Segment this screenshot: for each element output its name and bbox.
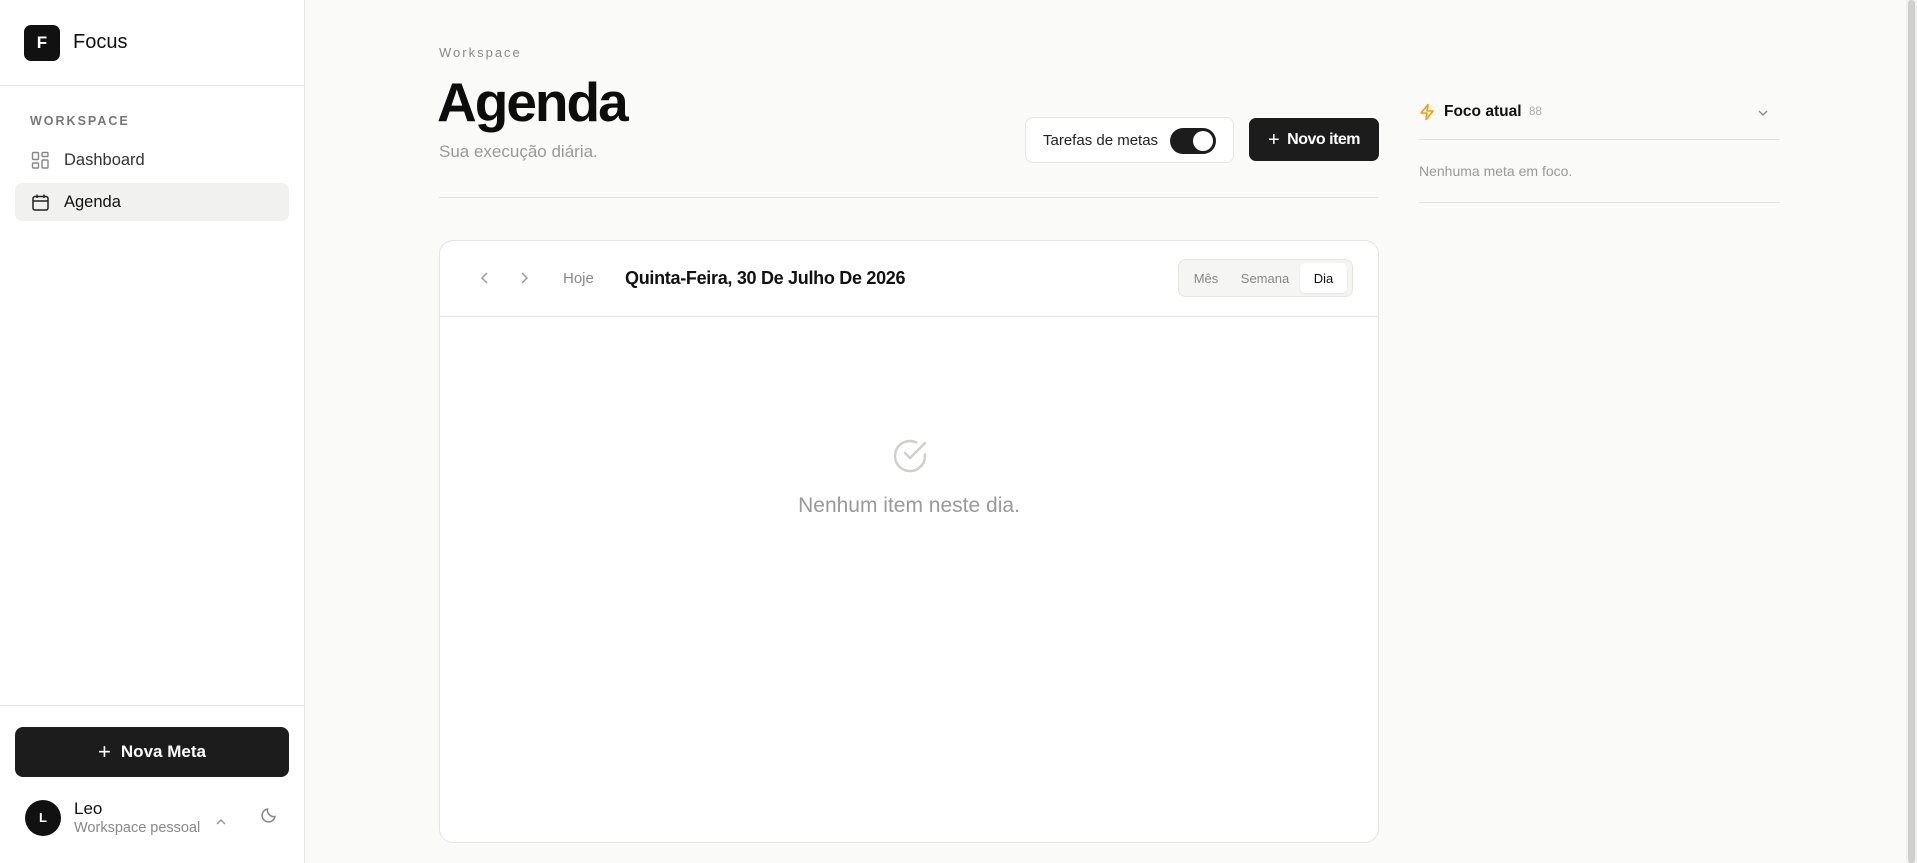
page-eyebrow: Workspace [439, 45, 522, 60]
current-focus-count: 88 [1529, 106, 1542, 118]
view-day-button[interactable]: Dia [1300, 263, 1347, 293]
brand[interactable]: F Focus [0, 0, 304, 86]
new-goal-label: Nova Meta [120, 742, 206, 761]
plus-icon: + [1267, 128, 1280, 151]
calendar-icon [31, 193, 50, 212]
scrollbar[interactable] [1906, 0, 1917, 863]
sidebar: F Focus WORKSPACE Dashboard Agenda + Nov… [0, 0, 305, 863]
nav-section-label: WORKSPACE [30, 114, 130, 128]
avatar: L [25, 799, 61, 836]
grid-icon [31, 151, 50, 170]
calendar-toolbar: Hoje Quinta-Feira, 30 De Julho De 2026 M… [440, 241, 1378, 317]
empty-state-message: Nenhum item neste dia. [798, 494, 1020, 517]
toggle-switch[interactable] [1170, 128, 1216, 154]
sidebar-item-agenda[interactable]: Agenda [15, 183, 289, 221]
chevron-up-icon[interactable] [213, 814, 229, 830]
brand-name: Focus [73, 31, 128, 53]
toggle-knob [1193, 131, 1213, 151]
view-week-button[interactable]: Semana [1230, 263, 1300, 293]
sidebar-footer: + Nova Meta L Leo Workspace pessoal [0, 705, 304, 863]
toggle-label: Tarefas de metas [1043, 131, 1159, 149]
focus-divider [1419, 202, 1780, 203]
view-switcher: Mês Semana Dia [1178, 259, 1353, 297]
chevron-down-icon[interactable] [1756, 106, 1770, 125]
sidebar-item-label: Dashboard [64, 150, 145, 169]
scrollbar-thumb[interactable] [1908, 0, 1915, 863]
new-goal-button[interactable]: + Nova Meta [15, 727, 289, 777]
user-profile[interactable]: L Leo Workspace pessoal [25, 799, 200, 836]
current-focus-empty: Nenhuma meta em foco. [1419, 163, 1573, 179]
moon-icon[interactable] [260, 806, 278, 829]
view-month-button[interactable]: Mês [1182, 263, 1230, 293]
page-subtitle: Sua execução diária. [439, 142, 598, 161]
page-title: Agenda [437, 71, 629, 133]
user-name: Leo [74, 799, 103, 818]
calendar-card: Hoje Quinta-Feira, 30 De Julho De 2026 M… [439, 240, 1379, 843]
current-date: Quinta-Feira, 30 De Julho De 2026 [625, 268, 906, 288]
sidebar-item-dashboard[interactable]: Dashboard [15, 141, 289, 179]
chevron-left-icon[interactable] [476, 269, 494, 287]
chevron-right-icon[interactable] [515, 269, 533, 287]
plus-icon: + [98, 739, 111, 764]
current-focus-header[interactable]: Foco atual 88 [1419, 100, 1780, 140]
goal-tasks-toggle[interactable]: Tarefas de metas [1025, 117, 1234, 163]
header-divider [439, 197, 1379, 198]
sidebar-item-label: Agenda [64, 192, 121, 211]
user-workspace: Workspace pessoal [74, 820, 201, 836]
check-circle-icon [891, 437, 929, 480]
bolt-icon [1419, 103, 1435, 126]
current-focus-title: Foco atual [1444, 103, 1522, 120]
new-item-label: Novo item [1287, 130, 1361, 148]
today-button[interactable]: Hoje [563, 270, 594, 287]
new-item-button[interactable]: + Novo item [1249, 118, 1379, 161]
brand-logo: F [24, 24, 60, 61]
